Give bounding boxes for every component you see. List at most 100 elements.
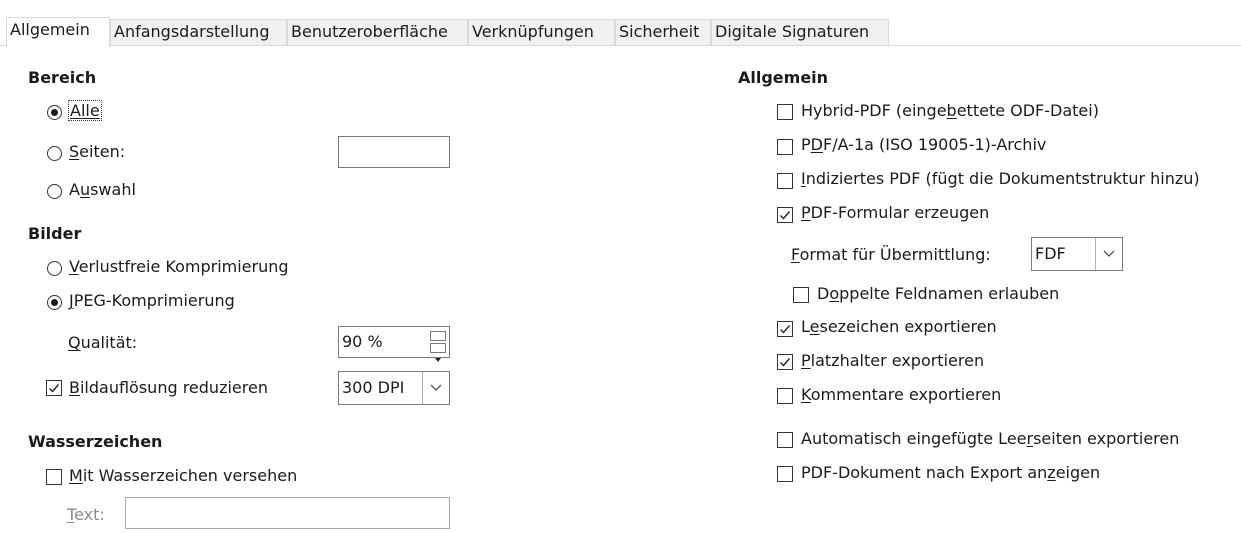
radio-verlustfrei[interactable] xyxy=(47,261,62,276)
label-part: ettete ODF-Datei) xyxy=(956,101,1099,120)
wasserzeichen-text-label: Text: xyxy=(67,505,105,524)
label-mnemonic: B xyxy=(69,378,80,397)
checkbox-platzhalter[interactable] xyxy=(777,354,793,370)
indiziertes-pdf-label[interactable]: Indiziertes PDF (fügt die Dokumentstrukt… xyxy=(801,169,1200,188)
wasserzeichen-heading: Wasserzeichen xyxy=(28,432,163,451)
format-combobox[interactable]: FDF xyxy=(1031,237,1123,271)
label-mnemonic: u xyxy=(79,180,91,199)
jpeg-label[interactable]: JPEG-Komprimierung xyxy=(69,291,235,310)
label-part: ualität: xyxy=(80,333,138,352)
bereich-heading: Bereich xyxy=(28,68,97,87)
check-mark-icon xyxy=(780,358,791,367)
label-part: A xyxy=(69,180,80,199)
tab-digitale-signaturen[interactable]: Digitale Signaturen xyxy=(711,19,889,45)
lesezeichen-label[interactable]: Lesezeichen exportieren xyxy=(801,317,997,336)
wasserzeichen-label[interactable]: Mit Wasserzeichen versehen xyxy=(69,466,297,485)
label-part: ndiziertes PDF (fügt die Dokumentstruktu… xyxy=(805,169,1200,188)
pdfa-label[interactable]: PDF/A-1a (ISO 19005-1)-Archiv xyxy=(801,135,1046,154)
doppelte-feldnamen-label[interactable]: Doppelte Feldnamen erlauben xyxy=(817,284,1059,303)
label-part: Automatisch eingefügte Lee xyxy=(801,429,1027,448)
dpi-value: 300 DPI xyxy=(342,378,405,397)
alle-label[interactable]: Alle xyxy=(68,100,102,121)
label-part: F/A-1a (ISO 19005-1)-Archiv xyxy=(822,135,1047,154)
wasserzeichen-text-input[interactable] xyxy=(125,497,450,529)
radio-auswahl[interactable] xyxy=(47,184,62,199)
tab-anfangsdarstellung[interactable]: Anfangsdarstellung xyxy=(110,19,287,45)
dpi-dropdown-button[interactable] xyxy=(422,372,449,404)
check-mark-icon xyxy=(780,325,791,334)
auswahl-label[interactable]: Auswahl xyxy=(69,180,136,199)
leerseiten-label[interactable]: Automatisch eingefügte Leerseiten export… xyxy=(801,429,1179,448)
label-part: it Wasserzeichen versehen xyxy=(82,466,298,485)
seiten-input[interactable] xyxy=(338,136,450,168)
label-mnemonic: o xyxy=(829,284,840,303)
checkbox-pdfa[interactable] xyxy=(777,139,793,155)
label-part: Hybrid-PDF (einge xyxy=(801,101,947,120)
label-mnemonic: P xyxy=(801,203,811,222)
radio-jpeg[interactable] xyxy=(47,295,62,310)
tab-label: Anfangsdarstellung xyxy=(114,22,270,41)
chevron-down-icon xyxy=(1103,250,1115,257)
checkbox-wasserzeichen[interactable] xyxy=(46,469,62,485)
platzhalter-label[interactable]: Platzhalter exportieren xyxy=(801,351,984,370)
label-part: seiten exportieren xyxy=(1033,429,1180,448)
label-part: DF-Formular erzeugen xyxy=(810,203,990,222)
checkbox-indiziertes-pdf[interactable] xyxy=(777,173,793,189)
bildaufloesung-label[interactable]: Bildauflösung reduzieren xyxy=(69,378,268,397)
kommentare-label[interactable]: Kommentare exportieren xyxy=(801,385,1001,404)
alle-label-text: Alle xyxy=(70,101,100,120)
seiten-label[interactable]: Seiten: xyxy=(69,142,125,161)
label-mnemonic: P xyxy=(801,351,811,370)
tab-label: Sicherheit xyxy=(619,22,700,41)
checkbox-anzeigen[interactable] xyxy=(777,466,793,482)
checkbox-bildaufloesung[interactable] xyxy=(46,380,62,396)
radio-dot xyxy=(51,299,58,306)
label-part: erlustfreie Komprimierung xyxy=(78,257,289,276)
spin-up-button[interactable] xyxy=(430,331,446,350)
checkbox-kommentare[interactable] xyxy=(777,388,793,404)
tab-bar: Allgemein Anfangsdarstellung Benutzerobe… xyxy=(0,0,1241,47)
tab-benutzeroberflaeche[interactable]: Benutzeroberfläche xyxy=(287,19,468,45)
dpi-combobox[interactable]: 300 DPI xyxy=(338,371,450,405)
chevron-down-icon xyxy=(430,384,442,391)
checkbox-pdf-formular[interactable] xyxy=(777,207,793,223)
checkbox-hybrid-pdf[interactable] xyxy=(777,104,793,120)
label-part: ormat für Übermittlung: xyxy=(799,245,991,264)
check-mark-icon xyxy=(49,384,60,393)
label-mnemonic: F xyxy=(791,245,800,264)
tab-label: Digitale Signaturen xyxy=(715,22,870,41)
label-mnemonic: b xyxy=(946,101,957,120)
format-dropdown-button[interactable] xyxy=(1095,238,1122,270)
bilder-heading: Bilder xyxy=(28,224,82,243)
label-part: eiten: xyxy=(79,142,126,161)
label-mnemonic: Q xyxy=(68,333,81,352)
tab-label: Verknüpfungen xyxy=(472,22,594,41)
tab-baseline xyxy=(0,45,1241,46)
tab-verknuepfungen[interactable]: Verknüpfungen xyxy=(468,19,615,45)
label-mnemonic: V xyxy=(69,257,79,276)
tab-allgemein[interactable]: Allgemein xyxy=(6,17,110,47)
label-part: PDF-Dokument nach Export an xyxy=(801,463,1048,482)
label-part: eigen xyxy=(1055,463,1101,482)
anzeigen-label[interactable]: PDF-Dokument nach Export anzeigen xyxy=(801,463,1100,482)
label-part: sezeichen exportieren xyxy=(819,317,997,336)
check-mark-icon xyxy=(780,211,791,220)
label-part: ommentare exportieren xyxy=(810,385,1002,404)
checkbox-lesezeichen[interactable] xyxy=(777,321,793,337)
label-part: ext: xyxy=(74,505,105,524)
label-part: L xyxy=(801,317,810,336)
label-mnemonic: T xyxy=(67,505,75,524)
spin-down-icon xyxy=(435,358,441,362)
label-mnemonic: D xyxy=(810,135,823,154)
radio-seiten[interactable] xyxy=(47,146,62,161)
spin-down-button[interactable] xyxy=(430,343,446,362)
qualitaet-spinbox[interactable]: 90 % xyxy=(338,326,450,362)
radio-alle[interactable] xyxy=(47,105,62,120)
verlustfrei-label[interactable]: Verlustfreie Komprimierung xyxy=(69,257,289,276)
tab-label: Benutzeroberfläche xyxy=(291,22,448,41)
hybrid-pdf-label[interactable]: Hybrid-PDF (eingebettete ODF-Datei) xyxy=(801,101,1099,120)
pdf-formular-label[interactable]: PDF-Formular erzeugen xyxy=(801,203,989,222)
checkbox-doppelte-feldnamen[interactable] xyxy=(793,287,809,303)
checkbox-leerseiten[interactable] xyxy=(777,432,793,448)
tab-sicherheit[interactable]: Sicherheit xyxy=(615,19,711,45)
